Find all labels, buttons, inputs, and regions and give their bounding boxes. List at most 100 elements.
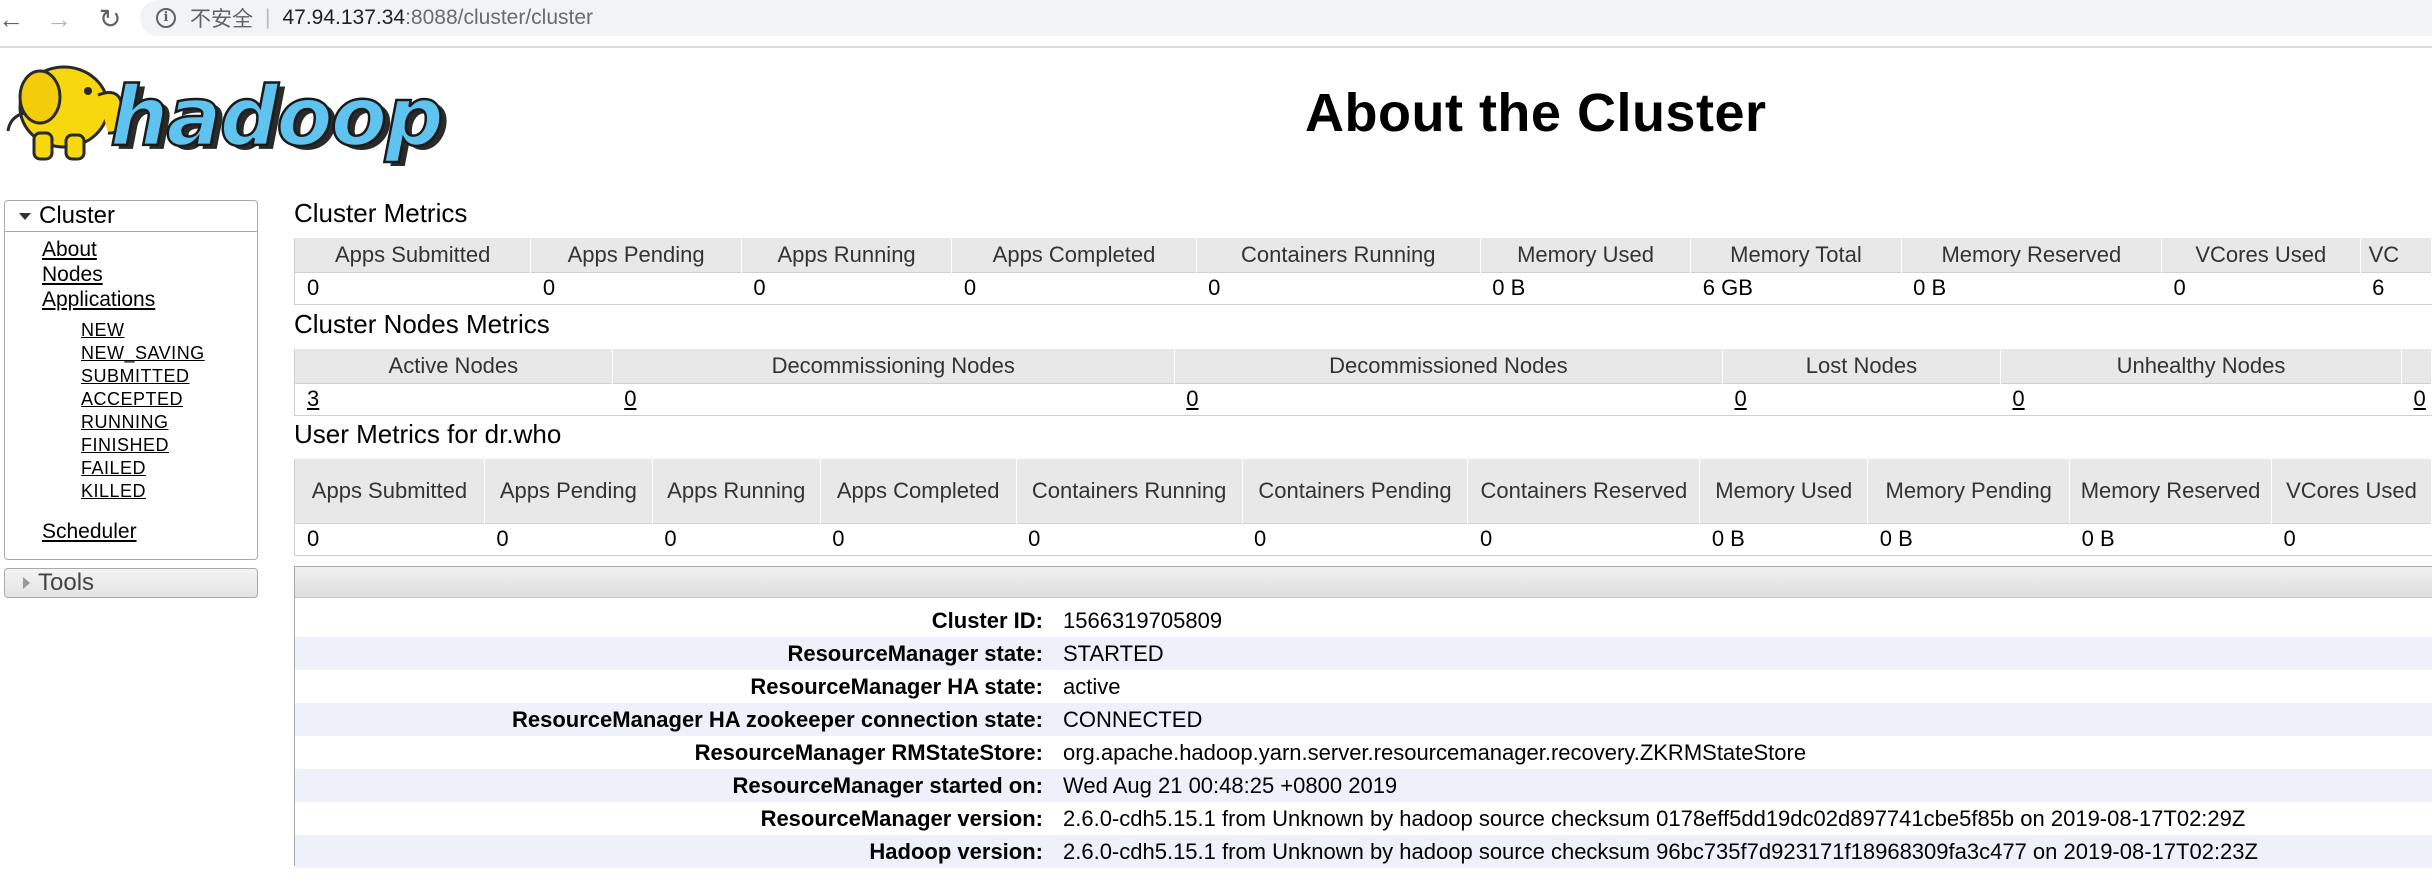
column-header[interactable]: Decommissioned Nodes (1173, 349, 1723, 383)
sidebar-link-scheduler[interactable]: Scheduler (42, 520, 137, 544)
info-value: active (1063, 673, 1121, 699)
decommissioned-nodes-link[interactable]: 0 (1186, 386, 1198, 411)
table-cell: 0 (530, 271, 742, 305)
info-label: ResourceManager RMStateStore: (694, 739, 1043, 765)
table-cell: 0 (1242, 522, 1468, 556)
reload-icon[interactable]: ↻ (91, 2, 129, 36)
column-header[interactable] (2401, 349, 2432, 383)
sidebar-app-state-killed[interactable]: KILLED (81, 481, 146, 502)
sidebar-tools-header[interactable]: Tools (4, 568, 258, 598)
cluster-metrics-table: Apps Submitted Apps Pending Apps Running… (293, 238, 2432, 305)
column-header[interactable]: Memory Reserved (2069, 459, 2272, 523)
sidebar-link-applications[interactable]: Applications (42, 288, 155, 312)
table-cell: 0 (1467, 522, 1700, 556)
column-header[interactable]: Containers Running (1195, 238, 1481, 272)
column-header[interactable]: Apps Running (740, 238, 953, 272)
column-header[interactable]: Containers Pending (1241, 459, 1469, 523)
active-nodes-link[interactable]: 3 (307, 386, 319, 411)
column-header[interactable]: Active Nodes (294, 349, 613, 383)
sidebar-link-nodes[interactable]: Nodes (42, 263, 103, 287)
sidebar-link-about[interactable]: About (42, 238, 97, 262)
sidebar-app-state-new[interactable]: NEW (81, 320, 125, 341)
decommissioning-nodes-link[interactable]: 0 (624, 386, 636, 411)
sidebar-app-state-running[interactable]: RUNNING (81, 412, 169, 433)
page-title: About the Cluster (1305, 83, 1767, 143)
column-header[interactable]: Apps Submitted (293, 238, 532, 272)
address-bar[interactable]: i 不安全 | 47.94.137.34:8088/cluster/cluste… (140, 0, 2432, 36)
hadoop-wordmark: hadoop hadoop (109, 69, 450, 169)
url-host: 47.94.137.34 (282, 6, 406, 29)
unhealthy-nodes-link[interactable]: 0 (2012, 386, 2024, 411)
info-label: ResourceManager HA state: (750, 673, 1043, 699)
table-cell: 0 (2401, 382, 2432, 416)
table-cell: 0 (294, 522, 485, 556)
hadoop-logo[interactable]: hadoop hadoop (4, 55, 454, 169)
cluster-info-panel: Cluster ID: 1566319705809 ResourceManage… (294, 566, 2432, 868)
table-cell: 0 B (1699, 522, 1868, 556)
info-row-cluster-id: Cluster ID: 1566319705809 (295, 604, 2432, 637)
user-metrics-header-row: Apps Submitted Apps Pending Apps Running… (294, 459, 2432, 523)
sidebar-app-state-accepted[interactable]: ACCEPTED (81, 389, 183, 410)
column-header[interactable]: Unhealthy Nodes (1999, 349, 2403, 383)
column-header[interactable]: Apps Completed (819, 459, 1017, 523)
table-cell: 0 (2161, 271, 2361, 305)
table-row: 3 0 0 0 0 0 (294, 382, 2432, 416)
column-header[interactable]: Containers Running (1015, 459, 1243, 523)
info-value: STARTED (1063, 640, 1164, 666)
table-cell: 0 (1196, 271, 1481, 305)
table-cell: 0 B (2069, 522, 2272, 556)
column-header[interactable]: Decommissioning Nodes (611, 349, 1175, 383)
table-cell: 0 (2271, 522, 2432, 556)
column-header[interactable]: VC (2359, 238, 2432, 272)
sidebar-cluster-label: Cluster (39, 202, 116, 229)
address-separator: | (265, 6, 271, 29)
info-row-rm-ha-state: ResourceManager HA state: active (295, 670, 2432, 703)
info-icon[interactable]: i (156, 8, 176, 28)
column-header[interactable]: Apps Pending (483, 459, 653, 523)
cluster-nodes-metrics-title: Cluster Nodes Metrics (294, 309, 550, 339)
table-cell: 0 (484, 522, 653, 556)
cluster-metrics-title: Cluster Metrics (294, 198, 468, 228)
sidebar-app-state-new-saving[interactable]: NEW_SAVING (81, 343, 205, 364)
info-label: Cluster ID: (931, 607, 1043, 633)
info-value: 2.6.0-cdh5.15.1 from Unknown by hadoop s… (1063, 838, 2258, 864)
svg-text:hadoop: hadoop (110, 70, 442, 165)
sidebar-tools-label: Tools (38, 569, 95, 596)
column-header[interactable]: VCores Used (2161, 238, 2361, 272)
info-value: CONNECTED (1063, 706, 1203, 732)
column-header[interactable]: Apps Completed (951, 238, 1197, 272)
info-value: Wed Aug 21 00:48:25 +0800 2019 (1063, 772, 1398, 798)
column-header[interactable]: Memory Used (1699, 459, 1869, 523)
column-header[interactable]: VCores Used (2271, 459, 2432, 523)
info-row-rm-statestore: ResourceManager RMStateStore: org.apache… (295, 736, 2432, 769)
rebooted-nodes-link[interactable]: 0 (2414, 386, 2426, 411)
table-cell: 6 (2360, 271, 2432, 305)
column-header[interactable]: Memory Total (1690, 238, 1902, 272)
info-row-hadoop-version: Hadoop version: 2.6.0-cdh5.15.1 from Unk… (295, 835, 2432, 868)
cluster-info-panel-header (295, 567, 2432, 598)
sidebar-app-state-submitted[interactable]: SUBMITTED (81, 366, 190, 387)
sidebar-app-state-finished[interactable]: FINISHED (81, 435, 169, 456)
table-row: 0 0 0 0 0 0 0 0 B 0 B 0 B 0 (294, 522, 2432, 556)
info-label: ResourceManager version: (760, 805, 1043, 831)
lost-nodes-link[interactable]: 0 (1734, 386, 1746, 411)
column-header[interactable]: Memory Pending (1867, 459, 2071, 523)
info-row-rm-started-on: ResourceManager started on: Wed Aug 21 0… (295, 769, 2432, 802)
column-header[interactable]: Lost Nodes (1721, 349, 2001, 383)
column-header[interactable]: Containers Reserved (1467, 459, 1701, 523)
back-arrow-icon[interactable]: ← (0, 2, 30, 36)
table-cell: 6 GB (1690, 271, 1902, 305)
sidebar-app-state-failed[interactable]: FAILED (81, 458, 146, 479)
sidebar-cluster-header[interactable]: Cluster (5, 201, 257, 232)
column-header[interactable]: Memory Used (1479, 238, 1692, 272)
info-label: ResourceManager started on: (732, 772, 1043, 798)
info-row-rm-version: ResourceManager version: 2.6.0-cdh5.15.1… (295, 802, 2432, 835)
cluster-nodes-metrics-table: Active Nodes Decommissioning Nodes Decom… (294, 349, 2432, 416)
column-header[interactable]: Apps Running (651, 459, 821, 523)
column-header[interactable]: Memory Reserved (1900, 238, 2163, 272)
column-header[interactable]: Apps Submitted (294, 459, 485, 523)
info-row-rm-state: ResourceManager state: STARTED (295, 637, 2432, 670)
user-metrics-table: Apps Submitted Apps Pending Apps Running… (294, 459, 2432, 556)
column-header[interactable]: Apps Pending (530, 238, 742, 272)
forward-arrow-icon[interactable]: → (40, 2, 78, 36)
